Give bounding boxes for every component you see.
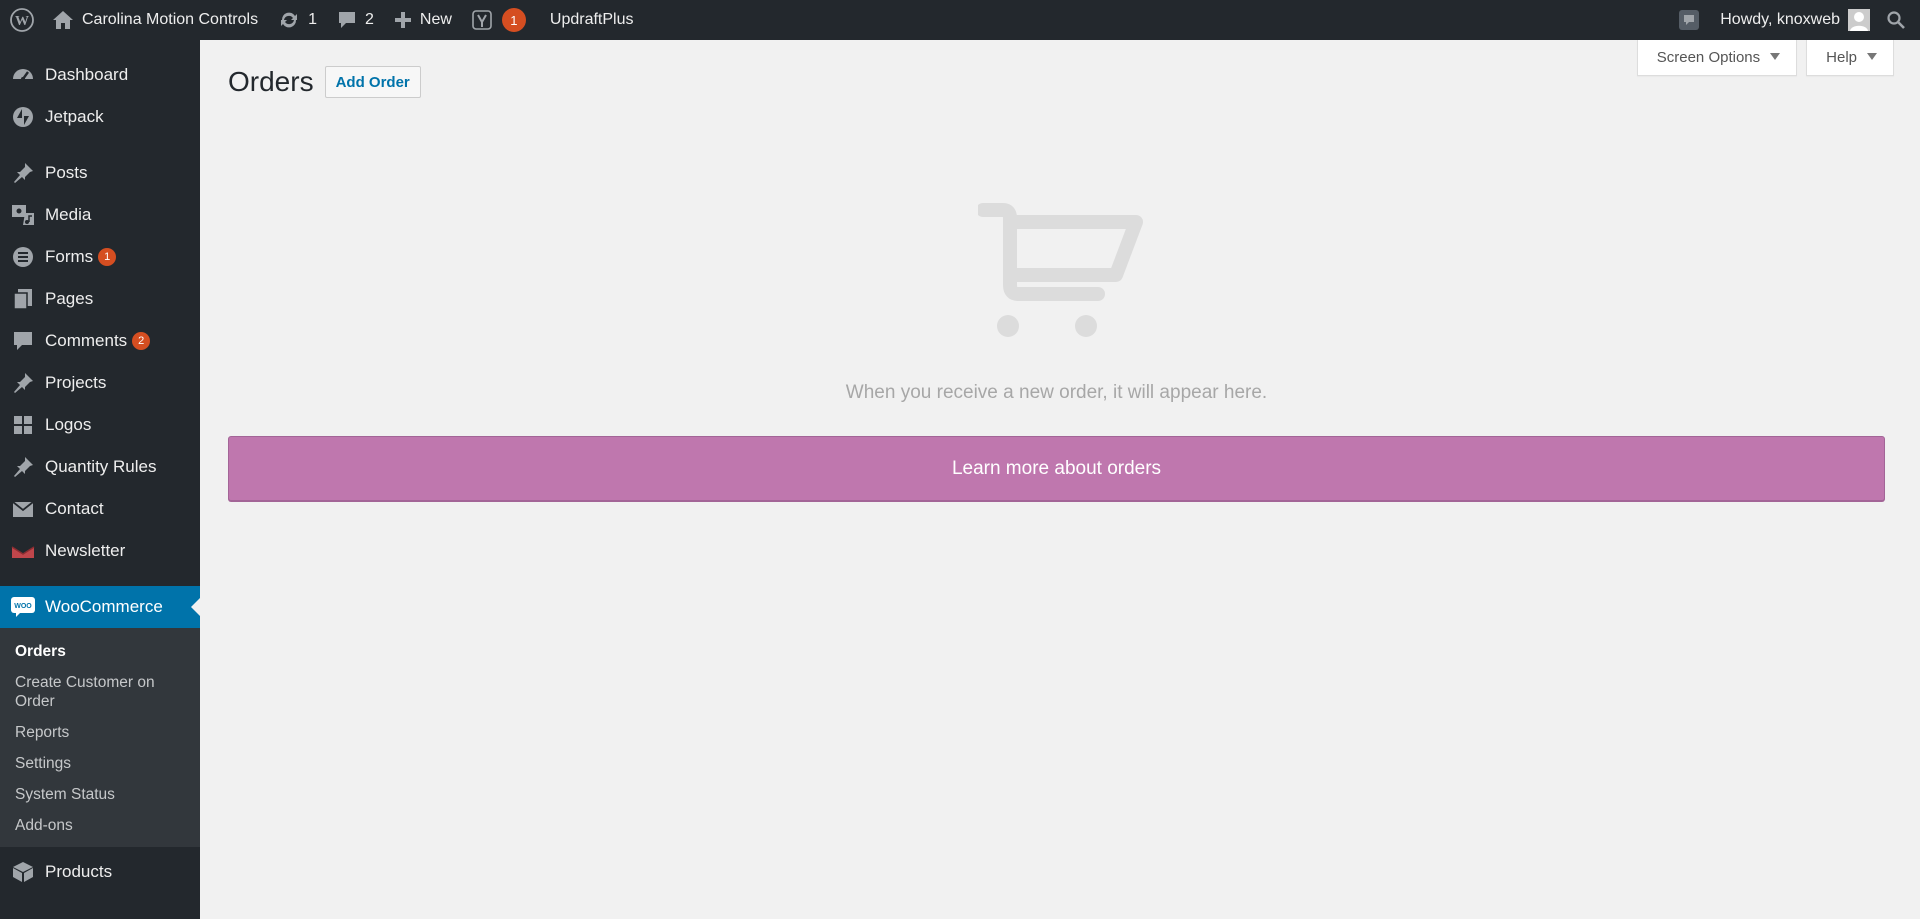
- menu-label: Forms: [45, 247, 94, 266]
- help-button[interactable]: Help: [1806, 40, 1894, 76]
- screen-options-label: Screen Options: [1656, 49, 1761, 66]
- yoast-link[interactable]: 1: [462, 0, 536, 40]
- learn-more-button[interactable]: Learn more about orders: [228, 436, 1885, 501]
- updates-link[interactable]: 1: [268, 0, 327, 40]
- pin-icon: [10, 160, 36, 186]
- menu-item-comments[interactable]: Comments 2: [0, 320, 200, 362]
- menu-item-logos[interactable]: Logos: [0, 404, 200, 446]
- updraftplus-link[interactable]: UpdraftPlus: [536, 0, 644, 40]
- page-header: Orders Add Order: [228, 66, 421, 98]
- menu-label: Media: [45, 205, 92, 224]
- submenu-settings[interactable]: Settings: [0, 748, 200, 779]
- help-label: Help: [1826, 49, 1857, 66]
- newsletter-icon: [10, 538, 36, 564]
- admin-bar-right: Howdy, knoxweb: [1668, 0, 1920, 40]
- menu-label: Contact: [45, 499, 104, 518]
- menu-label: Pages: [45, 289, 94, 308]
- avatar: [1848, 9, 1870, 31]
- jetpack-icon: [10, 104, 36, 130]
- main-content: Screen Options Help Orders Add Order Whe…: [200, 40, 1920, 919]
- search-icon: [1886, 10, 1906, 30]
- menu-item-media[interactable]: Media: [0, 194, 200, 236]
- pin-icon: [10, 454, 36, 480]
- pin-icon: [10, 370, 36, 396]
- wordpress-logo-icon[interactable]: W: [0, 0, 46, 40]
- comments-link[interactable]: 2: [327, 0, 384, 40]
- updates-count: 1: [308, 11, 317, 28]
- site-name: Carolina Motion Controls: [82, 11, 259, 28]
- forms-icon: [10, 244, 36, 270]
- submenu-add-ons[interactable]: Add-ons: [0, 810, 200, 841]
- search-link[interactable]: [1880, 0, 1920, 40]
- caret-down-icon: [1770, 53, 1781, 60]
- media-icon: [10, 202, 36, 228]
- pages-icon: [10, 286, 36, 312]
- woocommerce-icon: WOO: [10, 594, 36, 620]
- submenu-system-status[interactable]: System Status: [0, 779, 200, 810]
- add-order-button[interactable]: Add Order: [324, 66, 421, 98]
- menu-badge: 1: [98, 248, 117, 266]
- menu-list: Dashboard Jetpack Posts Media Forms 1 Pages Com…: [0, 40, 200, 572]
- menu-item-pages[interactable]: Pages: [0, 278, 200, 320]
- yoast-icon: [472, 9, 494, 31]
- menu-item-products[interactable]: Products: [0, 851, 200, 893]
- submenu-reports[interactable]: Reports: [0, 717, 200, 748]
- updates-icon: [278, 10, 300, 30]
- grid-icon: [10, 412, 36, 438]
- menu-label: Jetpack: [45, 107, 104, 126]
- menu-label: Posts: [45, 163, 88, 182]
- menu-label: Comments: [45, 331, 128, 350]
- menu-label: Projects: [45, 373, 107, 392]
- envelope-icon: [10, 496, 36, 522]
- menu-item-dashboard[interactable]: Dashboard: [0, 54, 200, 96]
- menu-item-jetpack[interactable]: Jetpack: [0, 96, 200, 138]
- menu-label: Products: [45, 862, 113, 881]
- woocommerce-submenu: Orders Create Customer on Order Reports …: [0, 628, 200, 847]
- my-account-link[interactable]: Howdy, knoxweb: [1710, 0, 1880, 40]
- menu-item-quantity-rules[interactable]: Quantity Rules: [0, 446, 200, 488]
- menu-item-forms[interactable]: Forms 1: [0, 236, 200, 278]
- svg-text:W: W: [15, 14, 29, 29]
- new-content-link[interactable]: New: [384, 0, 462, 40]
- menu-item-projects[interactable]: Projects: [0, 362, 200, 404]
- admin-bar: W Carolina Motion Controls 1 2 New 1 Upd…: [0, 0, 1920, 40]
- cart-icon: [976, 200, 1143, 345]
- admin-sidebar: Dashboard Jetpack Posts Media Forms 1 Pages Com…: [0, 40, 200, 919]
- site-name-link[interactable]: Carolina Motion Controls: [46, 0, 268, 40]
- page-title: Orders: [228, 66, 314, 97]
- screen-meta-links: Screen Options Help: [1628, 40, 1894, 76]
- menu-item-woocommerce[interactable]: WOO WooCommerce: [0, 586, 200, 628]
- menu-item-contact[interactable]: Contact: [0, 488, 200, 530]
- screen-options-button[interactable]: Screen Options: [1636, 40, 1798, 76]
- submenu-create-customer-on-order[interactable]: Create Customer on Order: [0, 667, 200, 717]
- menu-badge: 2: [132, 332, 151, 350]
- plus-icon: [394, 11, 412, 29]
- submenu-orders[interactable]: Orders: [0, 636, 200, 667]
- menu-item-posts[interactable]: Posts: [0, 152, 200, 194]
- dashboard-icon: [10, 62, 36, 88]
- new-label: New: [419, 11, 452, 28]
- menu-label: Quantity Rules: [45, 457, 157, 476]
- comments-count: 2: [364, 11, 374, 28]
- comment-icon: [10, 328, 36, 354]
- empty-state-message: When you receive a new order, it will ap…: [845, 382, 1268, 403]
- menu-label: Newsletter: [45, 541, 126, 560]
- notification-icon: [1678, 9, 1700, 31]
- updraftplus-label: UpdraftPlus: [549, 11, 634, 28]
- menu-item-newsletter[interactable]: Newsletter: [0, 530, 200, 572]
- menu-label: Logos: [45, 415, 92, 434]
- notifications-link[interactable]: [1668, 0, 1710, 40]
- menu-label: Dashboard: [45, 65, 129, 84]
- menu-separator: [0, 138, 200, 152]
- yoast-badge: 1: [501, 8, 526, 32]
- home-icon: [52, 10, 74, 30]
- svg-text:WOO: WOO: [14, 603, 32, 610]
- box-icon: [10, 859, 36, 885]
- caret-down-icon: [1867, 53, 1877, 60]
- menu-label: WooCommerce: [45, 597, 163, 616]
- howdy-text: Howdy, knoxweb: [1720, 11, 1840, 28]
- comment-icon: [337, 10, 357, 30]
